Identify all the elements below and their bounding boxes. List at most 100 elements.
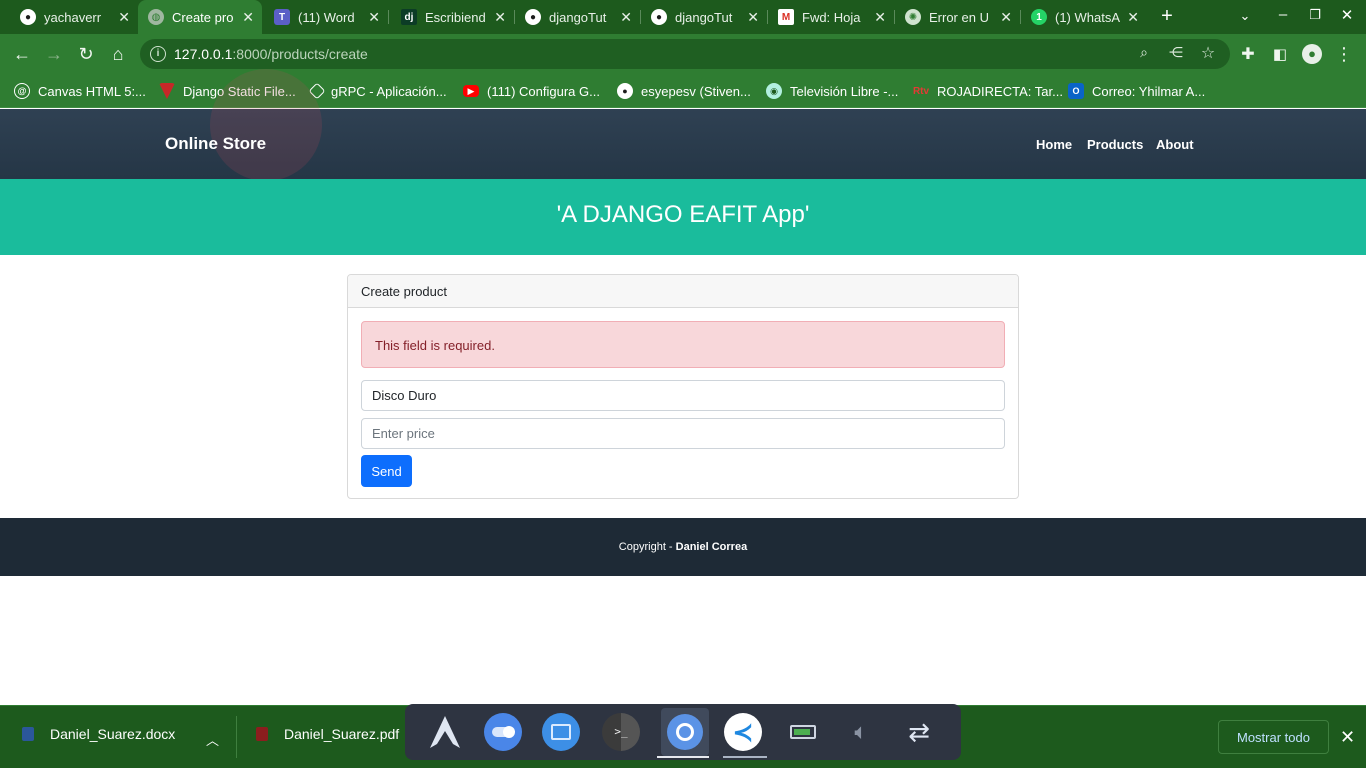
- error-message: This field is required.: [375, 338, 495, 353]
- zoom-icon[interactable]: ⌕: [1134, 44, 1154, 64]
- restore-icon[interactable]: ❐: [1306, 7, 1324, 25]
- close-tab-icon[interactable]: ✕: [620, 9, 632, 26]
- profile-overlay-icon: [210, 69, 322, 181]
- bookmark-item[interactable]: O Correo: Yhilmar A...: [1068, 82, 1205, 100]
- github-icon: ●: [525, 9, 541, 25]
- download-filename: Daniel_Suarez.docx: [50, 726, 176, 742]
- github-icon: ●: [651, 9, 667, 25]
- nav-about-link[interactable]: About: [1156, 137, 1194, 152]
- rojadirecta-icon: Rtv: [912, 85, 930, 97]
- chevron-up-icon[interactable]: ︿: [206, 730, 219, 749]
- bookmark-label: Televisión Libre -...: [790, 83, 899, 99]
- bookmark-label: Correo: Yhilmar A...: [1092, 83, 1206, 99]
- forward-icon[interactable]: →: [42, 42, 66, 66]
- window-close-icon[interactable]: ✕: [1338, 6, 1356, 24]
- bookmark-item[interactable]: ● esyepesv (Stiven...: [617, 82, 751, 100]
- address-bar[interactable]: i 127.0.0.1:8000/products/create ⌕ ⋲ ☆: [140, 39, 1230, 69]
- hero-title: 'A DJANGO EAFIT App': [556, 201, 810, 228]
- whatsapp-icon: 1: [1031, 9, 1047, 25]
- volume-icon[interactable]: 🔈︎: [841, 712, 881, 752]
- github-icon: ●: [20, 9, 36, 25]
- bookmark-star-icon[interactable]: ☆: [1198, 43, 1218, 63]
- bookmark-item[interactable]: gRPC - Aplicación...: [308, 82, 447, 100]
- bookmark-label: (111) Configura G...: [487, 83, 600, 99]
- close-tab-icon[interactable]: ✕: [494, 9, 506, 26]
- footer-copyright: Copyright - Daniel Correa: [0, 541, 1366, 553]
- tab-4[interactable]: ● djangoTut ✕: [515, 0, 640, 34]
- tab-6[interactable]: M Fwd: Hoja ✕: [768, 0, 894, 34]
- tab-title: Create pro: [172, 9, 234, 25]
- bookmark-item[interactable]: Rtv ROJADIRECTA: Tar...: [913, 82, 1063, 100]
- site-info-icon[interactable]: i: [150, 46, 166, 62]
- outlook-icon: O: [1068, 83, 1084, 99]
- arch-launcher-icon[interactable]: [425, 712, 465, 752]
- bookmark-label: esyepesv (Stiven...: [641, 83, 751, 99]
- product-name-input[interactable]: [361, 380, 1005, 411]
- tab-0[interactable]: ● yachaverr ✕: [0, 0, 138, 34]
- home-icon[interactable]: ⌂: [106, 42, 130, 66]
- bookmark-item[interactable]: @ Canvas HTML 5:...: [14, 82, 146, 100]
- show-all-downloads-button[interactable]: Mostrar todo: [1218, 720, 1329, 754]
- reload-icon[interactable]: ↻: [74, 42, 98, 66]
- globe-icon: ◍: [148, 9, 164, 25]
- product-price-input[interactable]: [361, 418, 1005, 449]
- send-button[interactable]: Send: [361, 455, 412, 487]
- bookmark-item[interactable]: ◉ Televisión Libre -...: [766, 82, 898, 100]
- close-tab-icon[interactable]: ✕: [747, 9, 759, 26]
- menu-icon[interactable]: ⋮: [1332, 42, 1356, 66]
- url-path: :8000/products/create: [232, 46, 368, 62]
- tab-8[interactable]: 1 (1) WhatsA ✕: [1021, 0, 1147, 34]
- close-tab-icon[interactable]: ✕: [118, 9, 130, 26]
- close-tab-icon[interactable]: ✕: [1127, 9, 1139, 26]
- site-brand[interactable]: Online Store: [165, 134, 266, 154]
- close-tab-icon[interactable]: ✕: [368, 9, 380, 26]
- footer-author: Daniel Correa: [675, 541, 748, 553]
- close-downloads-icon[interactable]: ✕: [1340, 727, 1355, 748]
- tab-1[interactable]: ◍ Create pro ✕: [138, 0, 262, 34]
- back-icon[interactable]: ←: [10, 42, 34, 66]
- chrome-icon[interactable]: [661, 708, 709, 756]
- minimize-icon[interactable]: –: [1274, 6, 1292, 24]
- close-tab-icon[interactable]: ✕: [1000, 9, 1012, 26]
- url-text[interactable]: 127.0.0.1:8000/products/create: [174, 46, 368, 62]
- download-divider: [236, 716, 237, 758]
- tab-title: Fwd: Hoja: [802, 9, 861, 25]
- tab-strip: ● yachaverr ✕ ◍ Create pro ✕ T (11) Word…: [0, 0, 1366, 34]
- tab-2[interactable]: T (11) Word ✕: [262, 0, 388, 34]
- vscode-running-indicator: [723, 756, 767, 758]
- close-tab-icon[interactable]: ✕: [874, 9, 886, 26]
- new-tab-icon[interactable]: +: [1157, 5, 1177, 29]
- gmail-icon: M: [778, 9, 794, 25]
- tab-7[interactable]: ✺ Error en U ✕: [895, 0, 1020, 34]
- close-tab-icon[interactable]: ✕: [242, 9, 254, 26]
- django-static-icon: [159, 83, 175, 99]
- share-icon[interactable]: ⋲: [1166, 44, 1186, 64]
- word-file-icon: [22, 727, 34, 741]
- canvas-icon: @: [14, 83, 30, 99]
- terminal-icon[interactable]: >_: [601, 712, 641, 752]
- bookmark-item[interactable]: ▶ (111) Configura G...: [463, 82, 600, 100]
- battery-icon[interactable]: [783, 712, 823, 752]
- youtube-icon: ▶: [463, 85, 479, 97]
- network-transfer-icon[interactable]: ⇄: [899, 712, 939, 752]
- browser-toolbar: ← → ↻ ⌂ i 127.0.0.1:8000/products/create…: [0, 34, 1366, 74]
- side-panel-icon[interactable]: ◧: [1268, 42, 1292, 66]
- tab-title: djangoTut: [675, 9, 733, 25]
- footer-prefix: Copyright -: [618, 541, 676, 553]
- site-navbar: Online Store Home Products About: [0, 69, 1366, 181]
- tab-5[interactable]: ● djangoTut ✕: [641, 0, 767, 34]
- download-item[interactable]: Daniel_Suarez.docx: [22, 726, 175, 742]
- tab-search-icon[interactable]: ⌄: [1236, 8, 1254, 26]
- nav-home-link[interactable]: Home: [1036, 137, 1072, 152]
- files-icon[interactable]: [541, 712, 581, 752]
- profile-icon[interactable]: ●: [1300, 42, 1324, 66]
- url-host: 127.0.0.1: [174, 46, 233, 62]
- extensions-icon[interactable]: ✚: [1236, 42, 1260, 66]
- teams-icon: T: [274, 9, 290, 25]
- tab-3[interactable]: dj Escribiend ✕: [389, 0, 514, 34]
- nav-products-link[interactable]: Products: [1087, 137, 1143, 152]
- tab-title: (1) WhatsA: [1055, 9, 1121, 25]
- vscode-icon[interactable]: ≺: [723, 712, 763, 752]
- download-item[interactable]: Daniel_Suarez.pdf: [256, 726, 399, 742]
- toggle-settings-icon[interactable]: [483, 712, 523, 752]
